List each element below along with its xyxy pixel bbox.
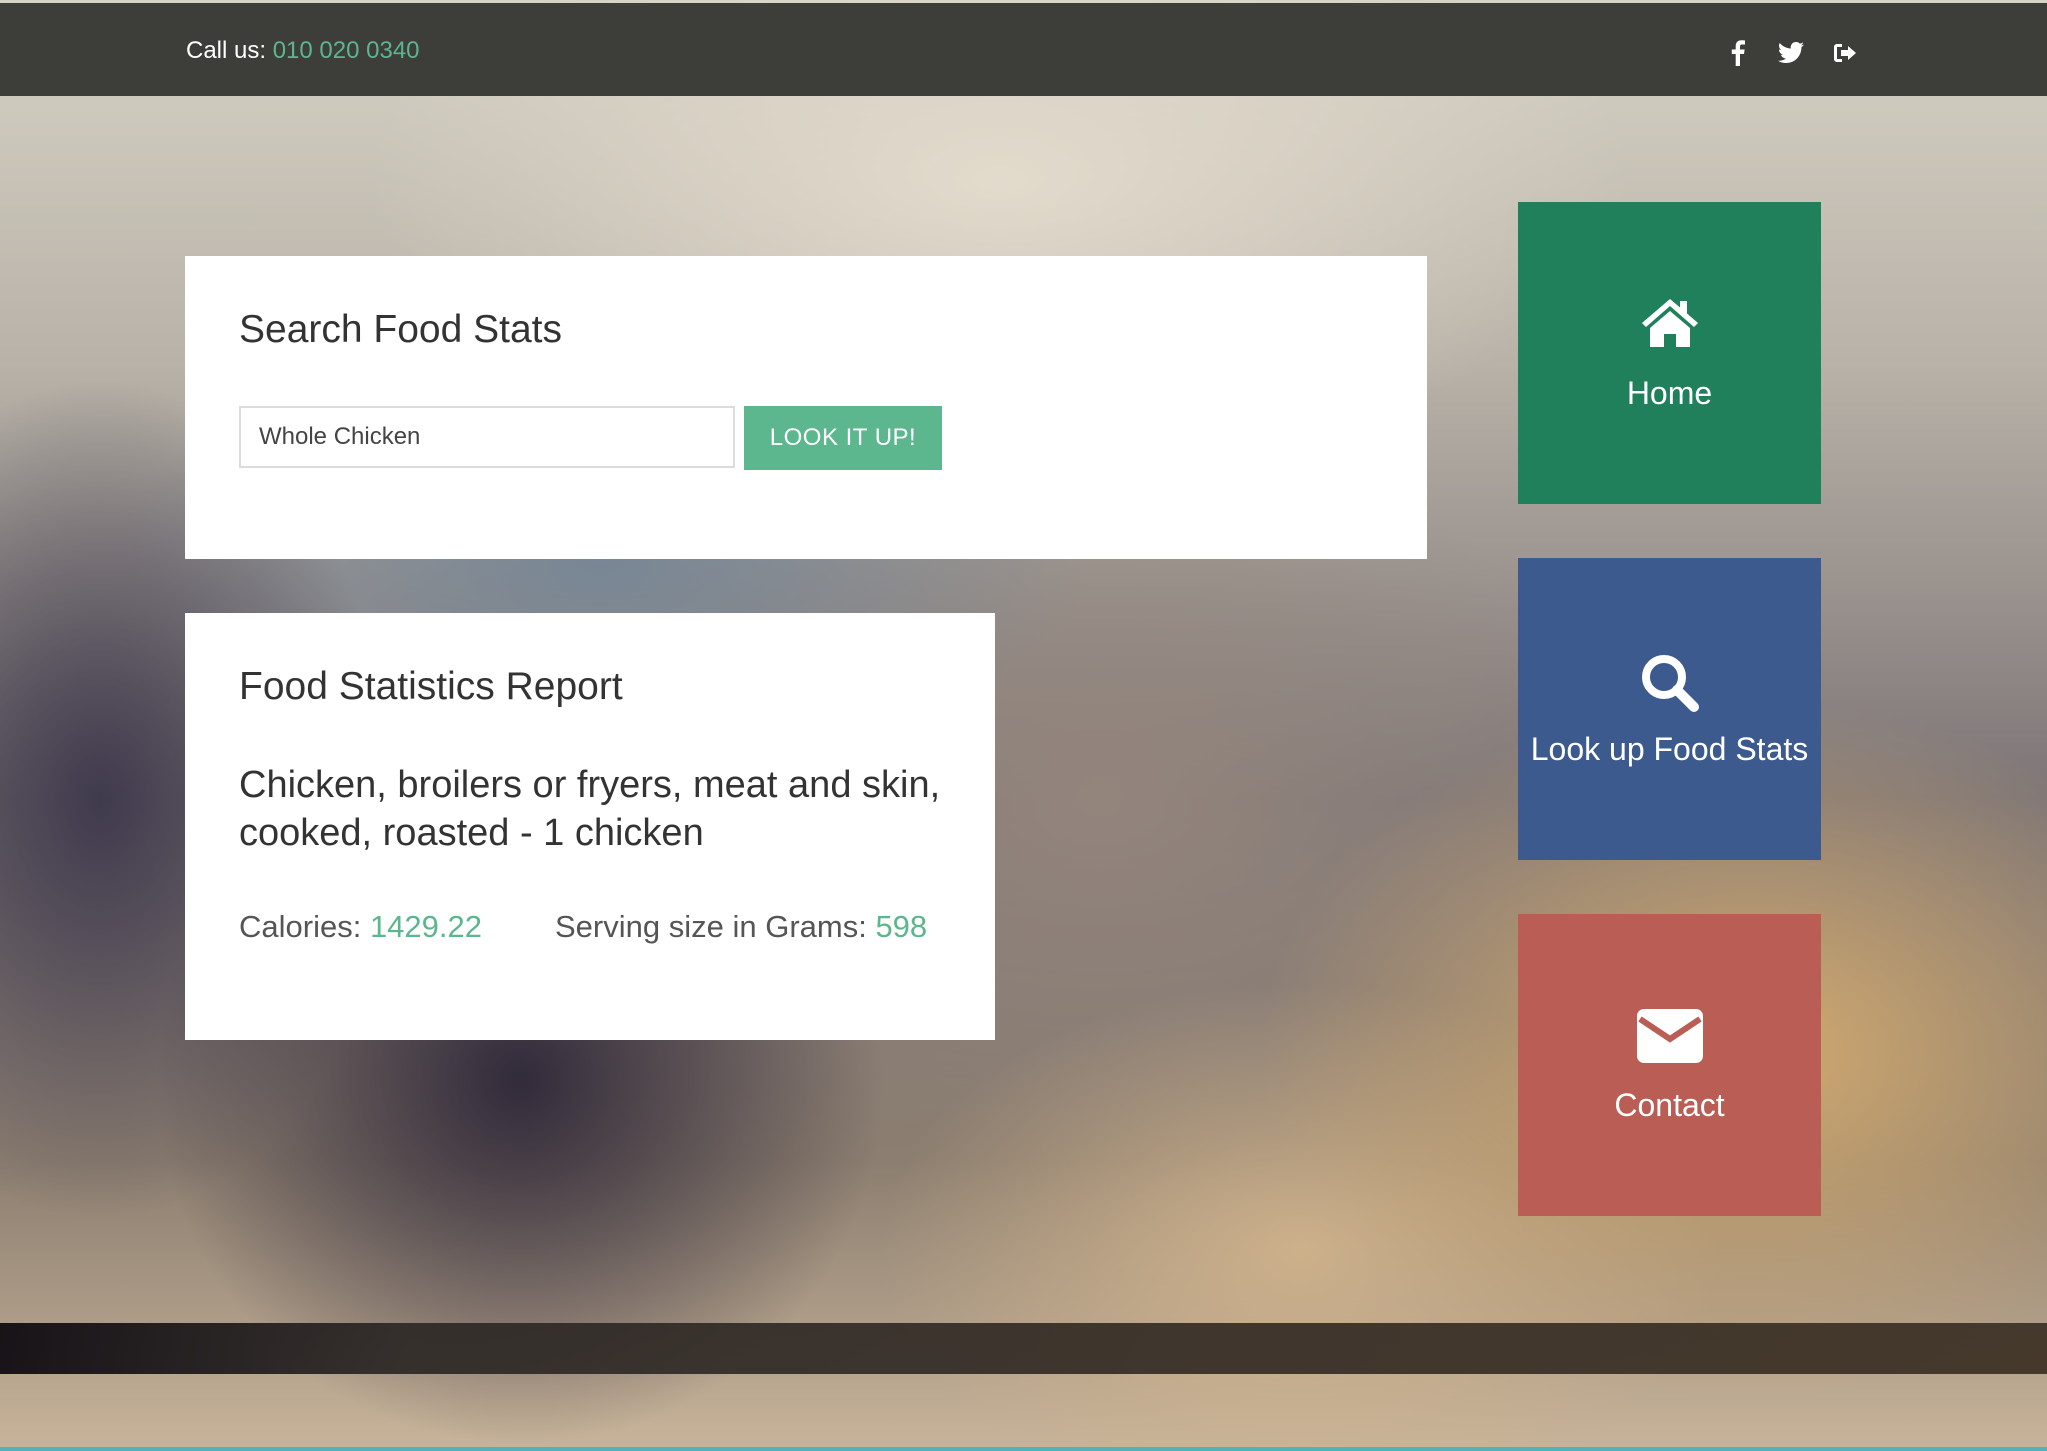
footer-band	[0, 1323, 2047, 1374]
home-icon-wrap	[1518, 297, 1821, 353]
top-bar: Call us: 010 020 0340	[0, 3, 2047, 96]
search-card: Search Food Stats LOOK IT UP!	[185, 256, 1427, 559]
sign-out-link[interactable]	[1827, 35, 1863, 71]
search-title: Search Food Stats	[239, 308, 563, 351]
envelope-icon	[1636, 1009, 1703, 1063]
look-it-up-button[interactable]: LOOK IT UP!	[744, 406, 942, 470]
report-title: Food Statistics Report	[239, 665, 623, 708]
calories-label: Calories:	[239, 909, 370, 944]
search-icon	[1641, 655, 1699, 712]
phone-number[interactable]: 010 020 0340	[273, 37, 420, 64]
search-icon-wrap	[1518, 653, 1821, 712]
twitter-link[interactable]	[1773, 35, 1809, 71]
bottom-accent-line	[0, 1447, 2047, 1451]
home-icon	[1641, 299, 1698, 347]
call-us: Call us: 010 020 0340	[186, 37, 420, 65]
twitter-icon	[1778, 42, 1804, 63]
envelope-icon-wrap	[1518, 1009, 1821, 1065]
nav-tile-lookup[interactable]: Look up Food Stats	[1518, 558, 1821, 860]
nav-tile-label: Home	[1626, 375, 1713, 411]
calories-value: 1429.22	[369, 909, 482, 944]
calories-stat: Calories: 1429.22	[239, 909, 482, 945]
nav-tile-label: Contact	[1614, 1087, 1725, 1123]
nav-tile-label: Look up Food Stats	[1530, 731, 1809, 767]
food-description: Chicken, broilers or fryers, meat and sk…	[239, 764, 941, 854]
call-us-label: Call us:	[186, 37, 273, 64]
serving-label: Serving size in Grams:	[555, 909, 876, 944]
nav-tile-contact[interactable]: Contact	[1518, 914, 1821, 1216]
report-card: Food Statistics Report Chicken, broilers…	[185, 613, 995, 1040]
serving-value: 598	[875, 909, 928, 944]
nav-tile-home[interactable]: Home	[1518, 202, 1821, 504]
facebook-link[interactable]	[1720, 35, 1756, 71]
serving-stat: Serving size in Grams: 598	[555, 909, 927, 945]
facebook-icon	[1731, 40, 1745, 66]
sign-out-icon	[1834, 44, 1856, 62]
search-input[interactable]	[239, 406, 735, 468]
